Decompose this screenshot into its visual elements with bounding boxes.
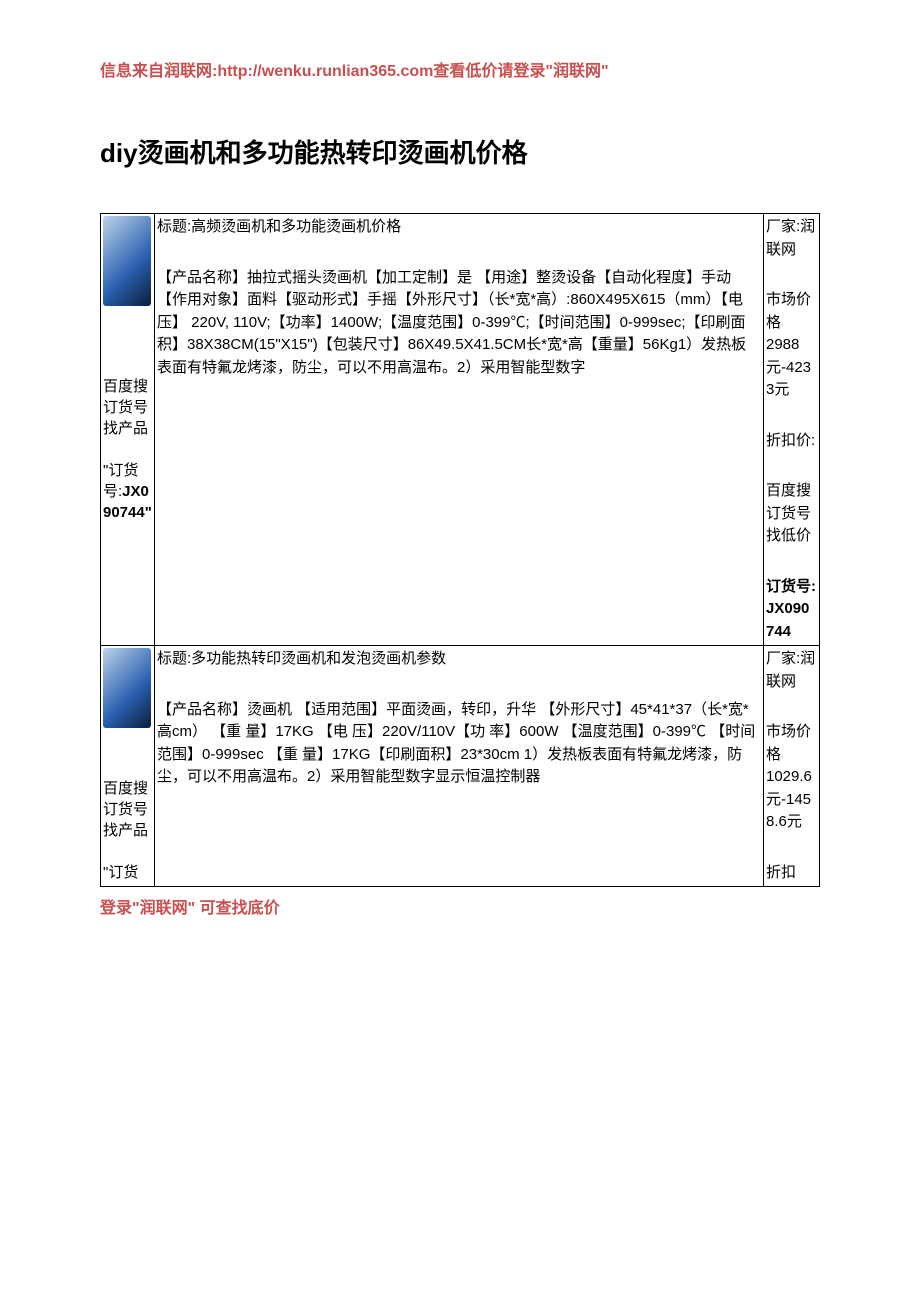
- order-prefix: "订货: [103, 864, 138, 881]
- price-value: 1029.6元-1458.6元: [766, 766, 817, 834]
- thumb-cell: 百度搜订货号找产品 "订货号:JX090744": [101, 214, 155, 646]
- product-thumbnail: [103, 216, 151, 306]
- footer-note: 登录"润联网" 可查找底价: [100, 897, 820, 921]
- product-title: 标题:多功能热转印烫画机和发泡烫画机参数: [157, 648, 761, 671]
- search-low-label: 百度搜订货号找低价: [766, 480, 817, 548]
- discount-label: 折扣: [766, 862, 817, 885]
- description-cell: 标题:高频烫画机和多功能烫画机价格 【产品名称】抽拉式摇头烫画机【加工定制】是 …: [155, 214, 764, 646]
- table-row: 百度搜订货号找产品 "订货 标题:多功能热转印烫画机和发泡烫画机参数 【产品名称…: [101, 646, 820, 887]
- table-row: 百度搜订货号找产品 "订货号:JX090744" 标题:高频烫画机和多功能烫画机…: [101, 214, 820, 646]
- product-title: 标题:高频烫画机和多功能烫画机价格: [157, 216, 761, 239]
- thumb-cell: 百度搜订货号找产品 "订货: [101, 646, 155, 887]
- meta-cell: 厂家:润联网 市场价格 2988元-4233元 折扣价: 百度搜订货号找低价 订…: [764, 214, 820, 646]
- description-cell: 标题:多功能热转印烫画机和发泡烫画机参数 【产品名称】烫画机 【适用范围】平面烫…: [155, 646, 764, 887]
- price-label: 市场价格: [766, 721, 817, 766]
- order-number: 订货号:JX090744: [766, 576, 817, 644]
- vendor-label: 厂家:润联网: [766, 648, 817, 693]
- product-description: 【产品名称】抽拉式摇头烫画机【加工定制】是 【用途】整烫设备【自动化程度】手动【…: [157, 267, 761, 380]
- search-label: 百度搜订货号找产品: [103, 376, 152, 439]
- page-title: diy烫画机和多功能热转印烫画机价格: [100, 134, 820, 173]
- products-table: 百度搜订货号找产品 "订货号:JX090744" 标题:高频烫画机和多功能烫画机…: [100, 213, 820, 887]
- discount-label: 折扣价:: [766, 430, 817, 453]
- price-value: 2988元-4233元: [766, 334, 817, 402]
- vendor-label: 厂家:润联网: [766, 216, 817, 261]
- search-label: 百度搜订货号找产品: [103, 778, 152, 841]
- meta-cell: 厂家:润联网 市场价格 1029.6元-1458.6元 折扣: [764, 646, 820, 887]
- product-thumbnail: [103, 648, 151, 728]
- product-description: 【产品名称】烫画机 【适用范围】平面烫画，转印，升华 【外形尺寸】45*41*3…: [157, 699, 761, 789]
- header-source-note: 信息来自润联网:http://wenku.runlian365.com查看低价请…: [100, 60, 820, 84]
- price-label: 市场价格: [766, 289, 817, 334]
